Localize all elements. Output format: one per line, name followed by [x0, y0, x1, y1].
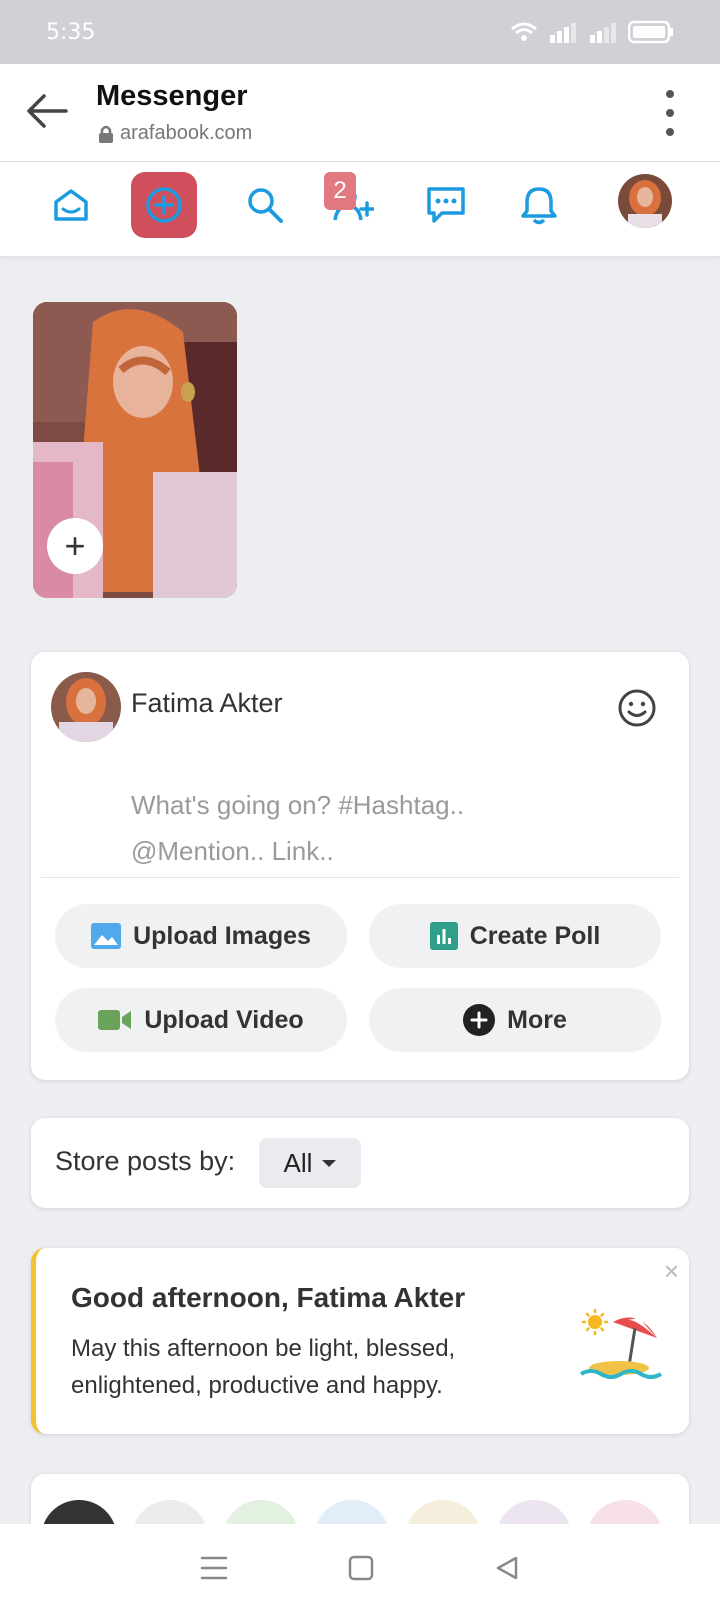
- arrow-left-icon: [27, 94, 68, 128]
- avatar-image: [618, 174, 672, 228]
- poll-icon: [429, 922, 458, 950]
- bell-icon: [521, 187, 557, 225]
- nav-notifications[interactable]: [506, 172, 572, 238]
- greeting-message: May this afternoon be light, blessed, en…: [71, 1335, 456, 1399]
- back-button[interactable]: [22, 86, 72, 136]
- composer-avatar[interactable]: [51, 672, 121, 742]
- nav-messages[interactable]: [413, 172, 479, 238]
- image-icon: [91, 923, 122, 949]
- system-nav-bar: [0, 1524, 720, 1612]
- greeting-card: × Good afternoon, Fatima Akter May this …: [31, 1248, 689, 1434]
- nav-home[interactable]: [38, 172, 104, 238]
- post-input-placeholder-line1: What's going on? #Hashtag..: [131, 790, 465, 820]
- home-square-icon[interactable]: [348, 1555, 374, 1581]
- video-camera-icon: [98, 1010, 132, 1030]
- post-input[interactable]: What's going on? #Hashtag.. @Mention.. L…: [131, 782, 464, 874]
- app-nav-bar: 2: [0, 162, 720, 256]
- greeting-title: Good afternoon, Fatima Akter: [71, 1282, 466, 1313]
- filter-select[interactable]: All: [259, 1138, 361, 1188]
- status-bar: 5:35: [0, 0, 720, 64]
- url-text: arafabook.com: [120, 122, 253, 144]
- more-label: More: [507, 1005, 567, 1034]
- filter-selected-value: All: [283, 1147, 313, 1178]
- dot: [666, 128, 674, 136]
- upload-video-button[interactable]: Upload Video: [55, 988, 347, 1052]
- composer-user-name: Fatima Akter: [131, 688, 283, 718]
- upload-images-label: Upload Images: [133, 921, 311, 950]
- menu-icon[interactable]: [200, 1555, 228, 1581]
- beach-umbrella-icon: [579, 1308, 663, 1379]
- wifi-icon: [511, 22, 537, 41]
- story-card[interactable]: +: [33, 302, 237, 598]
- create-poll-label: Create Poll: [469, 921, 601, 950]
- avatar-image: [51, 672, 121, 742]
- battery-icon: [628, 20, 673, 44]
- divider: [41, 877, 679, 878]
- status-time: 5:35: [46, 19, 96, 45]
- chevron-down-icon: [322, 1159, 337, 1167]
- browser-bar: Messenger arafabook.com: [0, 64, 720, 162]
- back-triangle-icon[interactable]: [494, 1555, 520, 1581]
- add-story-button[interactable]: +: [47, 518, 103, 574]
- status-icons: [510, 20, 674, 44]
- plus-circle-icon: [463, 1004, 496, 1036]
- upload-images-button[interactable]: Upload Images: [55, 904, 347, 968]
- signal-icon-2: [590, 23, 616, 43]
- dot: [666, 90, 674, 98]
- search-icon: [248, 188, 283, 223]
- nav-search[interactable]: [232, 172, 298, 238]
- home-icon: [54, 189, 88, 221]
- post-composer: Fatima Akter What's going on? #Hashtag..…: [31, 652, 689, 1080]
- smiley-icon: [618, 689, 656, 727]
- page-url[interactable]: arafabook.com: [98, 122, 252, 145]
- plus-circle-icon: [146, 187, 182, 223]
- nav-profile-avatar[interactable]: [618, 174, 672, 228]
- friend-requests-badge: 2: [324, 172, 356, 210]
- filter-label: Store posts by:: [55, 1146, 236, 1176]
- post-input-placeholder-line2: @Mention.. Link..: [131, 836, 334, 866]
- more-button[interactable]: More: [369, 988, 661, 1052]
- lock-icon: [99, 125, 113, 143]
- create-poll-button[interactable]: Create Poll: [369, 904, 661, 968]
- signal-icon: [550, 23, 576, 43]
- nav-create-button[interactable]: [131, 172, 197, 238]
- emoji-button[interactable]: [617, 688, 657, 728]
- chat-icon: [427, 187, 465, 223]
- upload-video-label: Upload Video: [144, 1005, 304, 1034]
- page-title: Messenger: [96, 80, 248, 112]
- more-options-button[interactable]: [660, 90, 680, 136]
- dot: [666, 109, 674, 117]
- post-filter: Store posts by: All: [31, 1118, 689, 1208]
- close-icon[interactable]: ×: [664, 1256, 679, 1287]
